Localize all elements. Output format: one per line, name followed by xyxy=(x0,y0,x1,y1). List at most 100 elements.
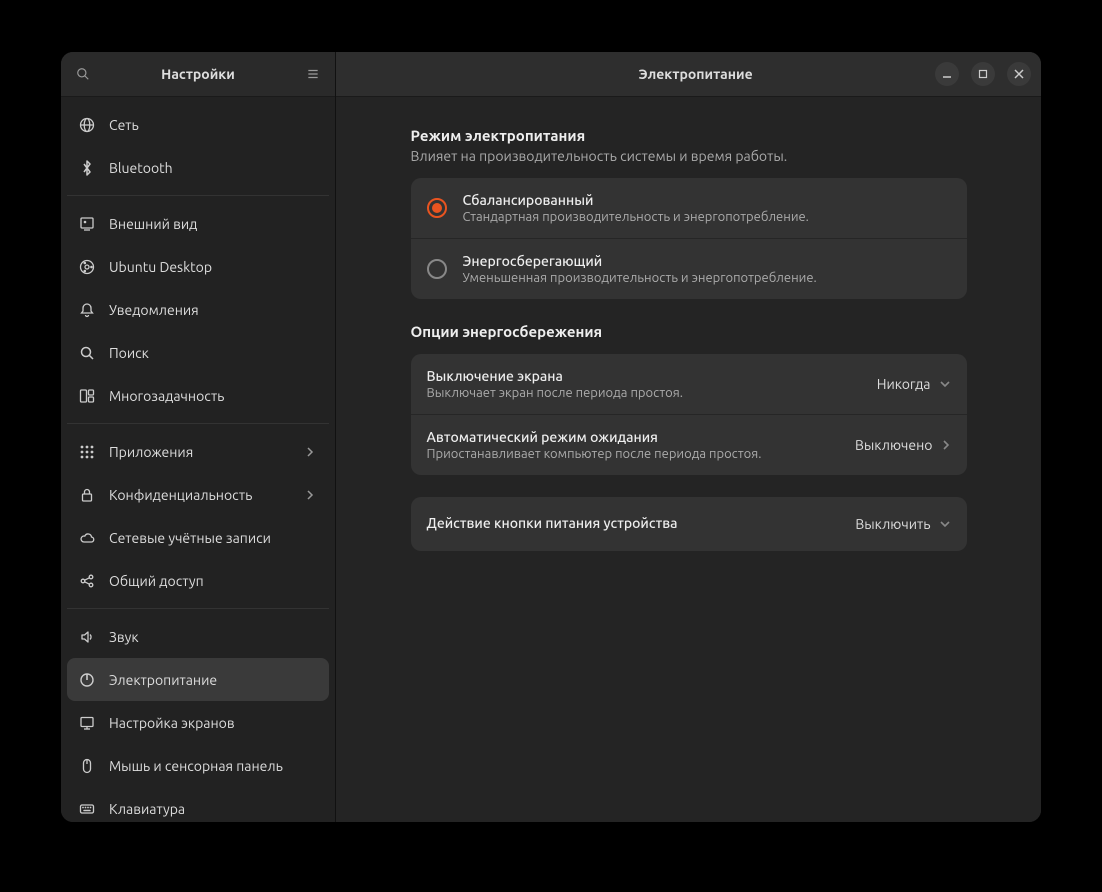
sidebar-item-label: Мышь и сенсорная панель xyxy=(109,758,317,774)
sidebar-item-label: Звук xyxy=(109,629,317,645)
main-header: Электропитание xyxy=(336,52,1041,97)
sidebar-item-внешний-вид[interactable]: Внешний вид xyxy=(67,202,329,245)
saving-row-автоматический-режим-ожидания[interactable]: Автоматический режим ожиданияПриостанавл… xyxy=(411,415,967,475)
radio-selected[interactable] xyxy=(427,198,447,218)
sidebar-item-label: Общий доступ xyxy=(109,573,317,589)
multitask-icon xyxy=(79,388,95,404)
power-mode-subtitle: Влияет на производительность системы и в… xyxy=(411,148,967,164)
displays-icon xyxy=(79,715,95,731)
globe-icon-wrap xyxy=(79,117,95,133)
sidebar-item-конфиденциальность[interactable]: Конфиденциальность xyxy=(67,473,329,516)
cloud-icon xyxy=(79,530,95,546)
option-sub: Уменьшенная производительность и энергоп… xyxy=(463,271,951,285)
sidebar-list: Сеть Bluetooth Внешний вид Ubuntu Desktop Ув… xyxy=(61,97,335,822)
window-controls xyxy=(935,62,1031,86)
minimize-icon xyxy=(942,69,952,79)
sidebar-item-label: Сеть xyxy=(109,117,317,133)
sidebar-item-общий-доступ[interactable]: Общий доступ xyxy=(67,559,329,602)
keyboard-icon xyxy=(79,801,95,817)
ubuntu-icon xyxy=(79,259,95,275)
radio-unselected[interactable] xyxy=(427,259,447,279)
chevron-right-icon xyxy=(305,447,317,457)
sidebar-item-клавиатура[interactable]: Клавиатура xyxy=(67,787,329,822)
sidebar-item-электропитание[interactable]: Электропитание xyxy=(67,658,329,701)
power-mode-card: СбалансированныйСтандартная производител… xyxy=(411,178,967,299)
sidebar-item-мышь-и-сенсорная-панель[interactable]: Мышь и сенсорная панель xyxy=(67,744,329,787)
row-text: Выключение экрана Выключает экран после п… xyxy=(427,368,877,400)
bluetooth-icon xyxy=(79,160,95,176)
row-value-arrow xyxy=(939,518,951,530)
power-saving-title: Опции энергосбережения xyxy=(411,323,967,340)
mouse-icon xyxy=(79,758,95,774)
main-panel: Электропитание Режим электропитания Влия… xyxy=(336,52,1041,822)
power-icon xyxy=(79,672,95,688)
apps-icon-wrap xyxy=(79,444,95,460)
row-value[interactable]: Выключить xyxy=(855,516,950,532)
power-saving-card: Выключение экрана Выключает экран после п… xyxy=(411,354,967,475)
row-sub: Выключает экран после периода простоя. xyxy=(427,386,877,400)
settings-window: Настройки Сеть Bluetooth Внешний вид Ubuntu… xyxy=(61,52,1041,822)
row-label: Действие кнопки питания устройства xyxy=(427,511,856,535)
option-label: Энергосберегающий xyxy=(463,253,951,269)
lock-icon-wrap xyxy=(79,487,95,503)
mouse-icon-wrap xyxy=(79,758,95,774)
ubuntu-icon-wrap xyxy=(79,259,95,275)
sidebar-item-звук[interactable]: Звук xyxy=(67,615,329,658)
sidebar-item-ubuntu-desktop[interactable]: Ubuntu Desktop xyxy=(67,245,329,288)
bell-icon-wrap xyxy=(79,302,95,318)
sidebar-item-label: Конфиденциальность xyxy=(109,487,291,503)
search-button[interactable] xyxy=(69,60,97,88)
sidebar-item-поиск[interactable]: Поиск xyxy=(67,331,329,374)
row-value-text: Выключить xyxy=(855,516,930,532)
close-button[interactable] xyxy=(1007,62,1031,86)
hamburger-button[interactable] xyxy=(299,60,327,88)
option-sub: Стандартная производительность и энергоп… xyxy=(463,210,951,224)
globe-icon xyxy=(79,117,95,133)
maximize-icon xyxy=(978,69,988,79)
displays-icon-wrap xyxy=(79,715,95,731)
row-value-text: Выключено xyxy=(855,437,933,453)
sidebar-item-многозадачность[interactable]: Многозадачность xyxy=(67,374,329,417)
power-button-row[interactable]: Действие кнопки питания устройстваВыключ… xyxy=(411,497,967,551)
chevron-down-icon xyxy=(939,518,951,530)
sound-icon-wrap xyxy=(79,629,95,645)
sidebar-item-bluetooth[interactable]: Bluetooth xyxy=(67,146,329,189)
power-button-card: Действие кнопки питания устройстваВыключ… xyxy=(411,497,967,551)
cloud-icon-wrap xyxy=(79,530,95,546)
maximize-button[interactable] xyxy=(971,62,995,86)
search-icon xyxy=(79,345,95,361)
row-label: Выключение экрана xyxy=(427,368,877,384)
row-value[interactable]: Выключено xyxy=(855,437,951,453)
main-content: Режим электропитания Влияет на производи… xyxy=(336,97,1041,822)
sidebar-item-приложения[interactable]: Приложения xyxy=(67,430,329,473)
hamburger-icon xyxy=(306,67,320,81)
power-mode-title: Режим электропитания xyxy=(411,127,967,144)
sidebar-item-сеть[interactable]: Сеть xyxy=(67,103,329,146)
sidebar-item-настройка-экранов[interactable]: Настройка экранов xyxy=(67,701,329,744)
sidebar-item-label: Настройка экранов xyxy=(109,715,317,731)
saving-row-выключение-экрана[interactable]: Выключение экрана Выключает экран после п… xyxy=(411,354,967,415)
minimize-button[interactable] xyxy=(935,62,959,86)
appearance-icon xyxy=(79,216,95,232)
sidebar-item-уведомления[interactable]: Уведомления xyxy=(67,288,329,331)
sidebar-item-сетевые-учётные-записи[interactable]: Сетевые учётные записи xyxy=(67,516,329,559)
power-mode-option-сбалансированный[interactable]: СбалансированныйСтандартная производител… xyxy=(411,178,967,239)
search-icon xyxy=(76,67,90,81)
chevron-right-icon xyxy=(941,439,951,451)
share-icon-wrap xyxy=(79,573,95,589)
sidebar-item-label: Внешний вид xyxy=(109,216,317,232)
sidebar-item-label: Уведомления xyxy=(109,302,317,318)
keyboard-icon-wrap xyxy=(79,801,95,817)
row-label: Автоматический режим ожидания xyxy=(427,429,855,445)
bell-icon xyxy=(79,302,95,318)
sidebar-item-label: Поиск xyxy=(109,345,317,361)
appearance-icon-wrap xyxy=(79,216,95,232)
sidebar-item-label: Многозадачность xyxy=(109,388,317,404)
option-text: Энергосберегающий Уменьшенная производите… xyxy=(463,253,951,285)
close-icon xyxy=(1014,69,1024,79)
row-text: Действие кнопки питания устройства xyxy=(427,511,856,537)
sidebar-title: Настройки xyxy=(97,66,299,82)
power-mode-option-энергосберегающий[interactable]: Энергосберегающий Уменьшенная производите… xyxy=(411,239,967,299)
row-value[interactable]: Никогда xyxy=(877,376,951,392)
share-icon xyxy=(79,573,95,589)
